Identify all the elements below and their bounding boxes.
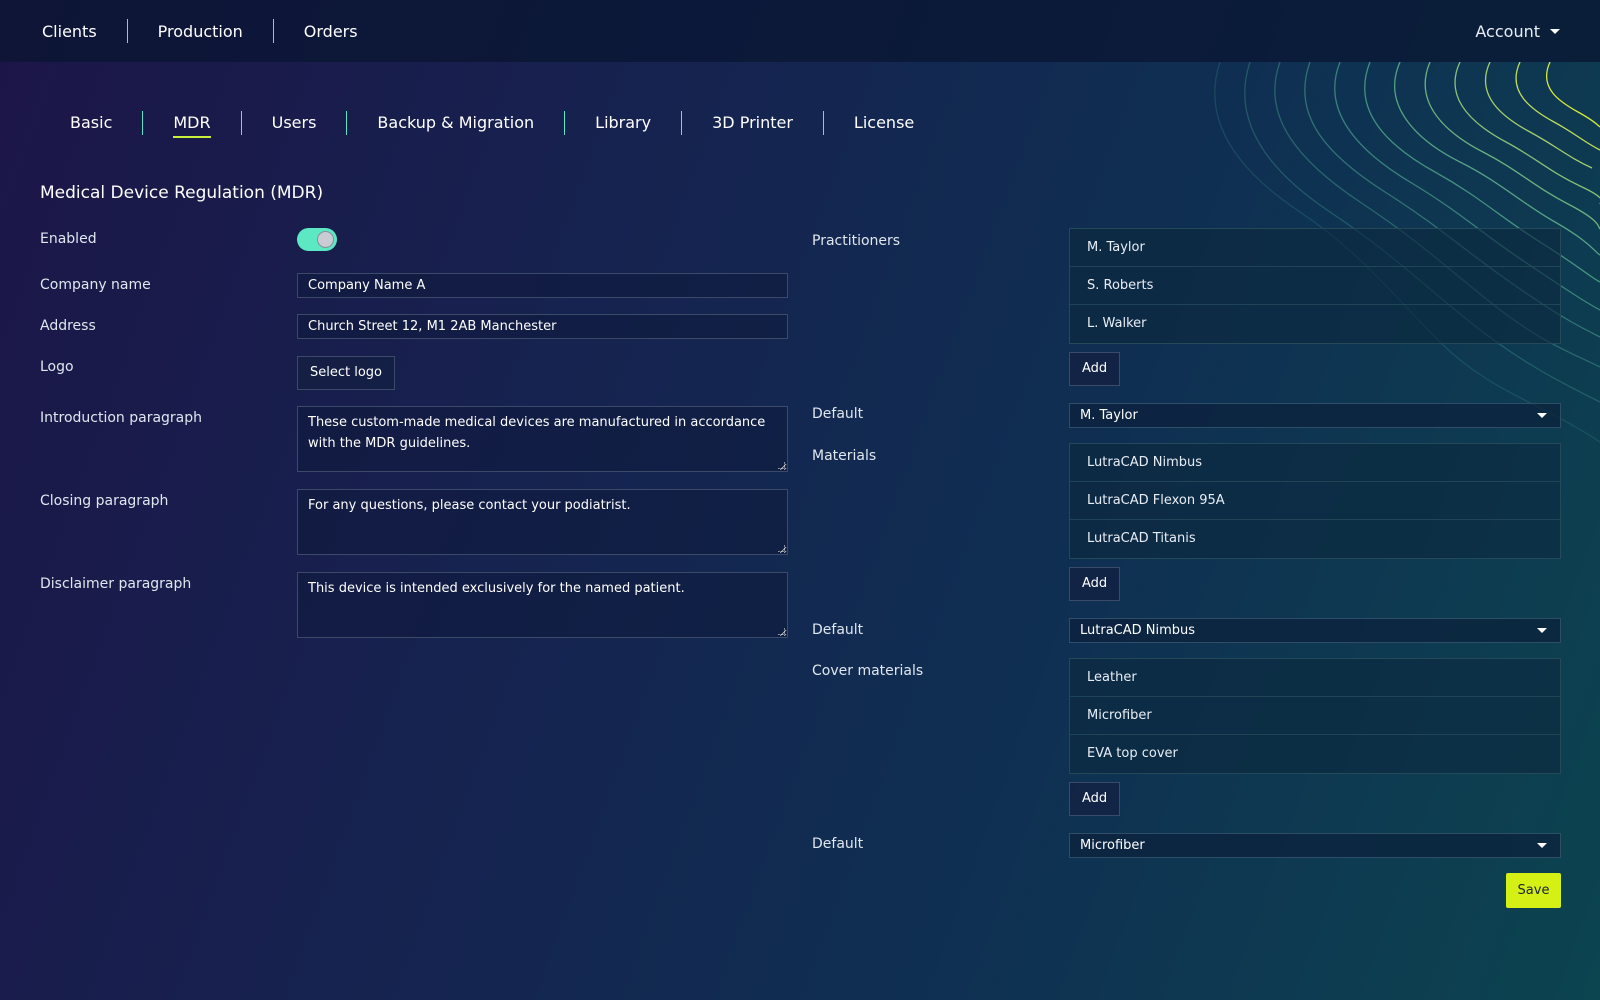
materials-label: Materials xyxy=(812,448,877,464)
save-button[interactable]: Save xyxy=(1506,873,1561,908)
default-material-select[interactable]: LutraCAD Nimbus xyxy=(1069,618,1561,643)
default-practitioner-select[interactable]: M. Taylor xyxy=(1069,403,1561,428)
list-item[interactable]: Leather xyxy=(1070,659,1560,697)
chevron-down-icon xyxy=(1537,843,1547,848)
disclaimer-textarea[interactable]: This device is intended exclusively for … xyxy=(297,572,788,638)
practitioners-label: Practitioners xyxy=(812,233,901,249)
selected-value: LutraCAD Nimbus xyxy=(1080,623,1196,638)
list-item[interactable]: LutraCAD Flexon 95A xyxy=(1070,482,1560,520)
tab-license[interactable]: License xyxy=(824,108,944,138)
tab-backup-migration[interactable]: Backup & Migration xyxy=(347,108,564,138)
tab-mdr[interactable]: MDR xyxy=(143,108,240,138)
add-material-button[interactable]: Add xyxy=(1069,567,1121,601)
disclaimer-text: This device is intended exclusively for … xyxy=(308,581,685,596)
tab-basic[interactable]: Basic xyxy=(40,108,142,138)
practitioners-list: M. Taylor S. Roberts L. Walker xyxy=(1069,228,1561,344)
list-item[interactable]: LutraCAD Titanis xyxy=(1070,520,1560,558)
company-name-input[interactable]: Company Name A xyxy=(297,273,788,298)
chevron-down-icon xyxy=(1537,628,1547,633)
address-input[interactable]: Church Street 12, M1 2AB Manchester xyxy=(297,314,788,339)
default-cover-material-select[interactable]: Microfiber xyxy=(1069,833,1561,858)
address-label: Address xyxy=(40,318,96,334)
logo-label: Logo xyxy=(40,359,74,375)
default-cover-material-label: Default xyxy=(812,836,864,852)
nav-production[interactable]: Production xyxy=(128,22,273,41)
default-practitioner-label: Default xyxy=(812,406,864,422)
list-item[interactable]: EVA top cover xyxy=(1070,735,1560,773)
resize-handle-icon[interactable] xyxy=(778,462,785,469)
settings-tabs: Basic MDR Users Backup & Migration Libra… xyxy=(40,108,944,138)
tab-3d-printer[interactable]: 3D Printer xyxy=(682,108,823,138)
enabled-toggle[interactable] xyxy=(297,228,337,251)
top-navigation: Clients Production Orders Account xyxy=(0,0,1600,62)
nav-orders[interactable]: Orders xyxy=(274,22,388,41)
account-label: Account xyxy=(1475,21,1540,41)
closing-label: Closing paragraph xyxy=(40,493,169,509)
enabled-label: Enabled xyxy=(40,231,97,247)
resize-handle-icon[interactable] xyxy=(778,545,785,552)
closing-text: For any questions, please contact your p… xyxy=(308,498,631,513)
selected-value: M. Taylor xyxy=(1080,408,1138,423)
add-practitioner-button[interactable]: Add xyxy=(1069,352,1121,386)
selected-value: Microfiber xyxy=(1080,838,1145,853)
materials-list: LutraCAD Nimbus LutraCAD Flexon 95A Lutr… xyxy=(1069,443,1561,559)
introduction-textarea[interactable]: These custom-made medical devices are ma… xyxy=(297,406,788,472)
chevron-down-icon xyxy=(1537,413,1547,418)
select-logo-button[interactable]: Select logo xyxy=(297,356,396,390)
resize-handle-icon[interactable] xyxy=(778,628,785,635)
list-item[interactable]: L. Walker xyxy=(1070,305,1560,343)
introduction-label: Introduction paragraph xyxy=(40,410,203,426)
disclaimer-label: Disclaimer paragraph xyxy=(40,576,192,592)
company-name-label: Company name xyxy=(40,277,151,293)
list-item[interactable]: Microfiber xyxy=(1070,697,1560,735)
add-cover-material-button[interactable]: Add xyxy=(1069,782,1121,816)
account-menu[interactable]: Account xyxy=(1475,0,1560,62)
cover-materials-label: Cover materials xyxy=(812,663,924,679)
chevron-down-icon xyxy=(1550,28,1560,34)
nav-clients[interactable]: Clients xyxy=(28,22,127,41)
list-item[interactable]: M. Taylor xyxy=(1070,229,1560,267)
toggle-knob xyxy=(317,231,334,248)
main-nav-links: Clients Production Orders xyxy=(0,19,388,43)
introduction-text: These custom-made medical devices are ma… xyxy=(308,415,766,451)
list-item[interactable]: S. Roberts xyxy=(1070,267,1560,305)
closing-textarea[interactable]: For any questions, please contact your p… xyxy=(297,489,788,555)
page-title: Medical Device Regulation (MDR) xyxy=(40,183,324,203)
default-material-label: Default xyxy=(812,622,864,638)
cover-materials-list: Leather Microfiber EVA top cover xyxy=(1069,658,1561,774)
tab-users[interactable]: Users xyxy=(242,108,347,138)
list-item[interactable]: LutraCAD Nimbus xyxy=(1070,444,1560,482)
tab-library[interactable]: Library xyxy=(565,108,681,138)
